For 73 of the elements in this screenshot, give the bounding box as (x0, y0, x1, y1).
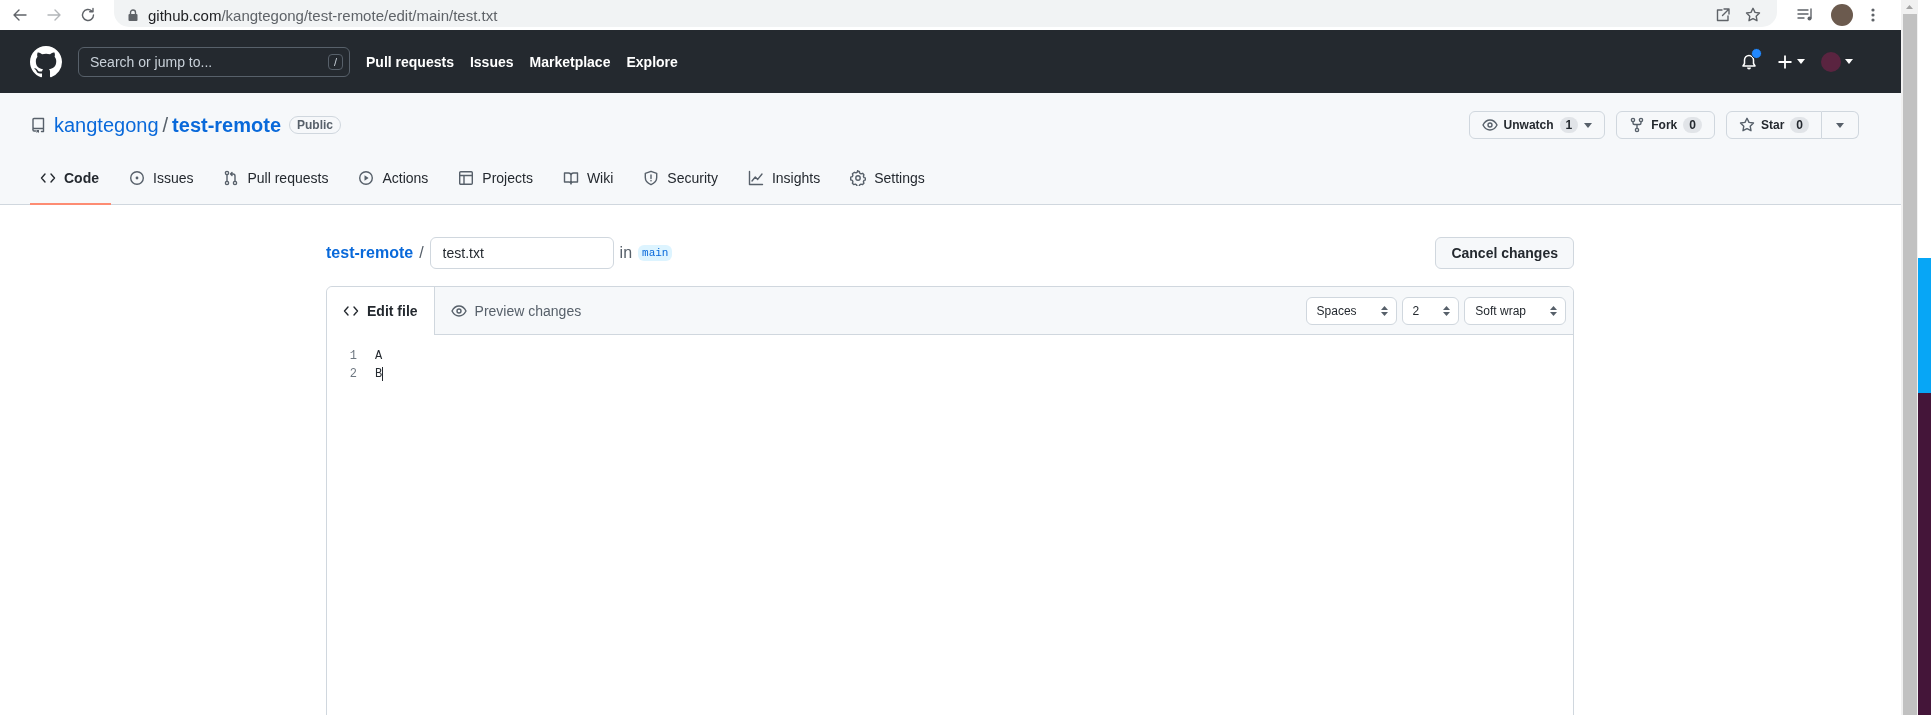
nav-link[interactable]: Marketplace (529, 53, 611, 70)
url-text: github.com/kangtegong/test-remote/edit/main/test.txt (148, 6, 498, 24)
repo-icon (30, 117, 46, 133)
repo-tab[interactable]: Issues (119, 155, 206, 205)
plus-icon[interactable] (1777, 53, 1793, 70)
select-dropdown[interactable]: 2 (1401, 296, 1460, 325)
filename-field[interactable]: test.txt (429, 237, 614, 269)
caret-icon (1836, 122, 1844, 128)
search-field[interactable]: Search or jump to... / (78, 46, 350, 77)
eye-icon (450, 303, 467, 319)
branch-name: main (638, 245, 673, 261)
counter-label: 0 (1683, 117, 1702, 133)
sort-arrows-icon (1443, 305, 1451, 316)
share-icon[interactable] (1715, 7, 1731, 23)
code-line: B (375, 367, 383, 381)
repo-tab[interactable]: Code (30, 155, 111, 205)
media-playlist-icon[interactable] (1797, 7, 1815, 23)
more-menu-icon[interactable] (1871, 7, 1875, 23)
path-separator: / (162, 113, 169, 137)
eye-icon (1481, 117, 1498, 133)
pull-request-icon (223, 170, 240, 186)
scroll-up-icon (1906, 5, 1913, 9)
caret-icon (1797, 59, 1805, 64)
counter-label: 1 (1559, 117, 1579, 133)
lock-icon (128, 9, 138, 21)
reload-icon[interactable] (80, 7, 96, 23)
search-input[interactable]: Search or jump to... (90, 47, 328, 76)
repo-link[interactable]: test-remote (326, 244, 414, 262)
bookmark-star-icon[interactable] (1745, 7, 1761, 23)
sort-arrows-icon (1550, 305, 1557, 316)
cancel-changes-button[interactable]: Cancel changes (1435, 237, 1574, 269)
path-separator: / (419, 244, 424, 262)
shield-icon (643, 170, 660, 186)
github-logo-icon[interactable] (30, 45, 62, 78)
table-icon (458, 170, 475, 186)
repo-tab[interactable]: Pull requests (213, 155, 341, 205)
circle-dot-icon (129, 170, 145, 186)
play-circle-icon (358, 170, 375, 186)
editor-tab[interactable]: Edit file (327, 287, 435, 335)
repo-tab[interactable]: Actions (348, 155, 441, 205)
profile-avatar[interactable] (1831, 4, 1853, 26)
repo-tab[interactable]: Projects (448, 155, 545, 205)
gear-icon (850, 170, 867, 186)
repo-tab[interactable]: Insights (737, 155, 833, 205)
owner-link[interactable]: kangtegong (54, 113, 159, 137)
select-dropdown[interactable]: Spaces (1305, 296, 1397, 325)
address-bar[interactable]: github.com/kangtegong/test-remote/edit/main/test.txt (114, 0, 1777, 27)
nav-link[interactable]: Pull requests (366, 53, 454, 70)
counter-label: 0 (1790, 117, 1809, 133)
fork-icon (1629, 117, 1646, 133)
star-button[interactable]: Star 0 (1725, 111, 1822, 139)
line-number: 1 (348, 349, 357, 363)
back-icon[interactable] (12, 7, 28, 23)
repo-tab[interactable]: Wiki (552, 155, 626, 205)
fork-button[interactable]: Fork 0 (1616, 111, 1715, 139)
line-number: 2 (348, 367, 357, 381)
book-icon (562, 170, 579, 186)
nav-link[interactable]: Issues (469, 53, 514, 70)
sort-arrows-icon (1380, 305, 1388, 316)
bell-icon[interactable] (1741, 53, 1757, 70)
code-line: A (375, 349, 383, 363)
star-icon (1738, 117, 1755, 133)
line-graph-icon (747, 170, 764, 186)
repo-name-link[interactable]: test-remote (172, 113, 282, 137)
editor-tab[interactable]: Preview changes (434, 287, 598, 335)
shortcut-key: / (327, 53, 343, 70)
select-dropdown[interactable]: Soft wrap (1464, 296, 1566, 325)
branch-prefix: in (619, 244, 633, 262)
watch-button[interactable]: Unwatch 1 (1468, 111, 1606, 139)
repo-tab[interactable]: Security (633, 155, 730, 205)
nav-link[interactable]: Explore (626, 53, 678, 70)
repo-tab[interactable]: Settings (840, 155, 937, 205)
caret-icon (1845, 59, 1853, 64)
